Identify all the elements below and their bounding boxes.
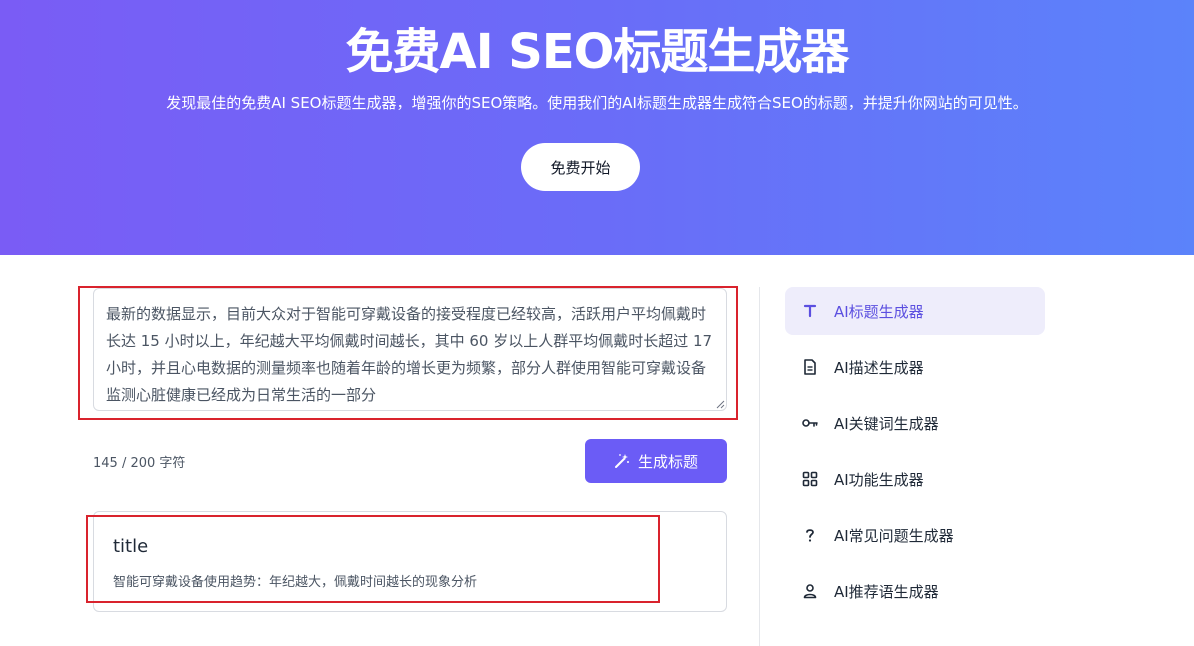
content-input[interactable]: 最新的数据显示，目前大众对于智能可穿戴设备的接受程度已经较高，活跃用户平均佩戴时… (93, 288, 727, 411)
hero-banner: 免费AI SEO标题生成器 发现最佳的免费AI SEO标题生成器，增强你的SEO… (0, 0, 1194, 255)
generate-title-button[interactable]: 生成标题 (585, 439, 727, 483)
grid-icon (801, 470, 819, 488)
sidebar-item-testimonial-generator[interactable]: AI推荐语生成器 (785, 567, 1045, 615)
sidebar-item-label: AI关键词生成器 (834, 414, 939, 433)
sidebar-item-faq-generator[interactable]: AI常见问题生成器 (785, 511, 1045, 559)
start-free-button[interactable]: 免费开始 (521, 143, 640, 191)
result-text: 智能可穿戴设备使用趋势：年纪越大，佩戴时间越长的现象分析 (113, 575, 478, 590)
sidebar-item-label: AI功能生成器 (834, 470, 924, 489)
hero-subtitle: 发现最佳的免费AI SEO标题生成器，增强你的SEO策略。使用我们的AI标题生成… (166, 94, 1028, 112)
user-icon (801, 582, 819, 600)
result-card (93, 511, 727, 612)
sidebar-item-title-generator[interactable]: AI标题生成器 (785, 287, 1045, 335)
sidebar-item-label: AI常见问题生成器 (834, 526, 954, 545)
sidebar-item-label: AI描述生成器 (834, 358, 924, 377)
char-count: 145 / 200 字符 (93, 456, 186, 471)
sidebar-item-label: AI推荐语生成器 (834, 582, 939, 601)
vertical-divider (759, 287, 760, 646)
document-icon (801, 358, 819, 376)
resize-handle-icon[interactable] (716, 400, 725, 409)
sidebar-item-keyword-generator[interactable]: AI关键词生成器 (785, 399, 1045, 447)
magic-wand-icon (614, 454, 629, 468)
text-icon (801, 302, 819, 320)
page-title: 免费AI SEO标题生成器 (345, 24, 850, 80)
sidebar-item-label: AI标题生成器 (834, 302, 924, 321)
result-title: title (113, 536, 149, 557)
question-icon (801, 526, 819, 544)
sidebar-item-description-generator[interactable]: AI描述生成器 (785, 343, 1045, 391)
sidebar-item-feature-generator[interactable]: AI功能生成器 (785, 455, 1045, 503)
generate-title-label: 生成标题 (637, 452, 698, 471)
key-icon (801, 414, 819, 432)
